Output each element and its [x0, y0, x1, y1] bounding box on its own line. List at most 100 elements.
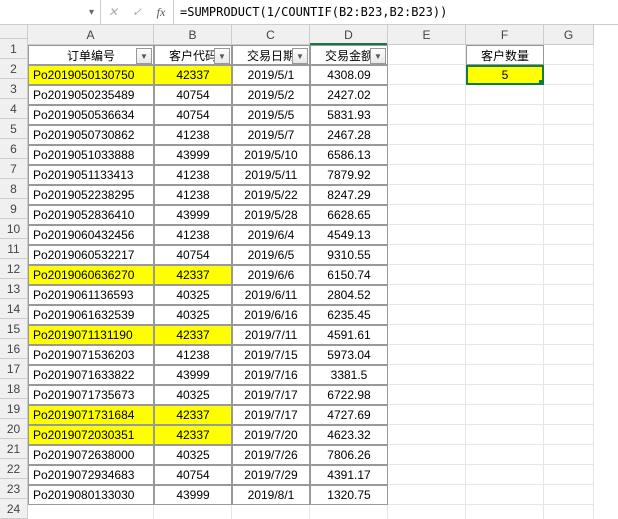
row-header[interactable]: 3: [0, 79, 28, 99]
data-cell[interactable]: 40754: [154, 245, 232, 265]
data-cell[interactable]: 2019/7/15: [232, 345, 310, 365]
empty-cell[interactable]: [466, 225, 544, 245]
enter-icon[interactable]: ✓: [125, 0, 149, 24]
data-cell[interactable]: Po2019072030351: [28, 425, 154, 445]
empty-cell[interactable]: [544, 125, 594, 145]
result-cell[interactable]: 5: [466, 65, 544, 85]
row-header[interactable]: 9: [0, 199, 28, 219]
data-cell[interactable]: 1320.75: [310, 485, 388, 505]
data-cell[interactable]: 2019/7/17: [232, 385, 310, 405]
empty-cell[interactable]: [388, 405, 466, 425]
empty-cell[interactable]: [388, 45, 466, 65]
empty-cell[interactable]: [388, 445, 466, 465]
data-cell[interactable]: 4623.32: [310, 425, 388, 445]
data-cell[interactable]: 2427.02: [310, 85, 388, 105]
empty-cell[interactable]: [544, 285, 594, 305]
column-header-F[interactable]: F: [466, 25, 544, 45]
data-cell[interactable]: Po2019071131190: [28, 325, 154, 345]
data-cell[interactable]: 2804.52: [310, 285, 388, 305]
row-header[interactable]: 11: [0, 239, 28, 259]
data-cell[interactable]: 41238: [154, 165, 232, 185]
data-cell[interactable]: Po2019060636270: [28, 265, 154, 285]
data-cell[interactable]: 42337: [154, 425, 232, 445]
column-header-C[interactable]: C: [232, 25, 310, 45]
side-header-cell[interactable]: 客户数量: [466, 45, 544, 65]
filter-dropdown-icon[interactable]: ▼: [136, 48, 152, 64]
data-cell[interactable]: 2019/7/17: [232, 405, 310, 425]
data-cell[interactable]: Po2019051033888: [28, 145, 154, 165]
data-cell[interactable]: Po2019071731684: [28, 405, 154, 425]
data-cell[interactable]: 2019/6/16: [232, 305, 310, 325]
data-cell[interactable]: 40754: [154, 465, 232, 485]
column-header-A[interactable]: A: [28, 25, 154, 45]
row-header[interactable]: 15: [0, 319, 28, 339]
row-header[interactable]: 1: [0, 39, 28, 59]
row-header[interactable]: 13: [0, 279, 28, 299]
data-cell[interactable]: 43999: [154, 205, 232, 225]
empty-cell[interactable]: [466, 485, 544, 505]
empty-cell[interactable]: [28, 505, 154, 519]
column-header-D[interactable]: D: [310, 25, 388, 45]
empty-cell[interactable]: [544, 385, 594, 405]
empty-cell[interactable]: [466, 185, 544, 205]
row-header[interactable]: 23: [0, 479, 28, 499]
empty-cell[interactable]: [466, 125, 544, 145]
empty-cell[interactable]: [388, 485, 466, 505]
empty-cell[interactable]: [544, 365, 594, 385]
empty-cell[interactable]: [544, 325, 594, 345]
data-cell[interactable]: Po2019060432456: [28, 225, 154, 245]
row-header[interactable]: 12: [0, 259, 28, 279]
empty-cell[interactable]: [466, 165, 544, 185]
empty-cell[interactable]: [466, 505, 544, 519]
data-cell[interactable]: 2019/7/16: [232, 365, 310, 385]
table-header-cell[interactable]: 客户代码▼: [154, 45, 232, 65]
table-header-cell[interactable]: 订单编号▼: [28, 45, 154, 65]
empty-cell[interactable]: [388, 185, 466, 205]
name-box-dropdown-icon[interactable]: ▾: [89, 7, 94, 18]
row-header[interactable]: 2: [0, 59, 28, 79]
data-cell[interactable]: 2019/5/2: [232, 85, 310, 105]
empty-cell[interactable]: [466, 385, 544, 405]
empty-cell[interactable]: [544, 45, 594, 65]
empty-cell[interactable]: [466, 325, 544, 345]
empty-cell[interactable]: [388, 345, 466, 365]
empty-cell[interactable]: [544, 425, 594, 445]
row-header[interactable]: 24: [0, 499, 28, 519]
data-cell[interactable]: 4549.13: [310, 225, 388, 245]
data-cell[interactable]: 2019/8/1: [232, 485, 310, 505]
empty-cell[interactable]: [544, 485, 594, 505]
empty-cell[interactable]: [388, 225, 466, 245]
cancel-icon[interactable]: ✕: [101, 0, 125, 24]
data-cell[interactable]: 2019/5/1: [232, 65, 310, 85]
data-cell[interactable]: Po2019061136593: [28, 285, 154, 305]
data-cell[interactable]: 40754: [154, 85, 232, 105]
data-cell[interactable]: 5973.04: [310, 345, 388, 365]
data-cell[interactable]: Po2019052836410: [28, 205, 154, 225]
data-cell[interactable]: Po2019072638000: [28, 445, 154, 465]
row-header[interactable]: 10: [0, 219, 28, 239]
empty-cell[interactable]: [466, 285, 544, 305]
empty-cell[interactable]: [466, 465, 544, 485]
empty-cell[interactable]: [544, 505, 594, 519]
data-cell[interactable]: 40325: [154, 305, 232, 325]
empty-cell[interactable]: [388, 285, 466, 305]
row-header[interactable]: 18: [0, 379, 28, 399]
select-all-corner[interactable]: [0, 25, 28, 39]
empty-cell[interactable]: [388, 245, 466, 265]
empty-cell[interactable]: [466, 405, 544, 425]
empty-cell[interactable]: [466, 245, 544, 265]
data-cell[interactable]: 4391.17: [310, 465, 388, 485]
data-cell[interactable]: Po2019052238295: [28, 185, 154, 205]
data-cell[interactable]: 42337: [154, 65, 232, 85]
empty-cell[interactable]: [544, 445, 594, 465]
empty-cell[interactable]: [388, 105, 466, 125]
empty-cell[interactable]: [388, 385, 466, 405]
row-header[interactable]: 7: [0, 159, 28, 179]
data-cell[interactable]: 2019/5/22: [232, 185, 310, 205]
data-cell[interactable]: Po2019051133413: [28, 165, 154, 185]
empty-cell[interactable]: [466, 365, 544, 385]
empty-cell[interactable]: [544, 105, 594, 125]
data-cell[interactable]: 2019/5/5: [232, 105, 310, 125]
empty-cell[interactable]: [544, 205, 594, 225]
empty-cell[interactable]: [466, 425, 544, 445]
